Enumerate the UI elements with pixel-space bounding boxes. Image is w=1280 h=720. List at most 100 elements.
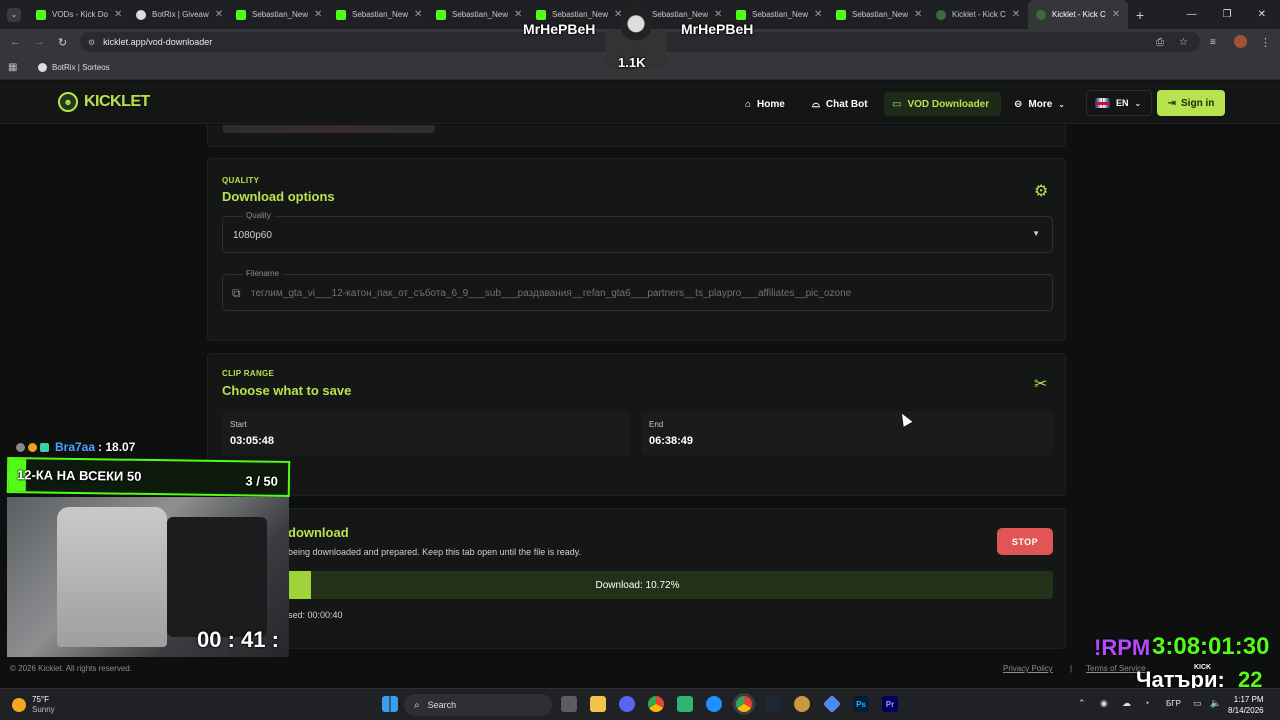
premiere-icon[interactable]: Pr [882,696,898,712]
privacy-policy-link[interactable]: Privacy Policy [1003,664,1053,673]
kicklet-logo-icon: ☻ [58,92,78,112]
tab-label: Sebastian_New [552,10,609,19]
tray-app-icon[interactable]: ◔ [1144,698,1149,708]
badge-icon [16,442,25,452]
tab-label: Sebastian_New [252,10,309,19]
vpn-app-icon[interactable] [822,694,842,714]
chevron-up-icon[interactable]: ⌃ [1078,698,1086,709]
maximize-icon[interactable]: ❐ [1223,9,1232,20]
site-info-icon[interactable]: ⚙ [88,38,95,47]
browser-tab[interactable]: Sebastian_New ✕ [228,0,328,29]
kicklet-favicon-icon [936,9,946,20]
lightning-app-icon[interactable] [706,696,722,712]
discord-icon[interactable] [619,696,635,712]
tab-label: Kicklet - Kick C [1052,10,1106,19]
chevron-down-icon: ⌄ [7,7,21,22]
install-app-icon[interactable]: ⎙ [1156,37,1164,48]
close-icon[interactable]: ✕ [414,9,422,20]
close-icon[interactable]: ✕ [514,9,522,20]
quality-select[interactable]: Quality 1080p60 ▼ [222,211,1053,253]
close-icon[interactable]: ✕ [215,9,223,20]
browser-tab[interactable]: Sebastian_New ✕ [328,0,428,29]
reload-icon[interactable]: ↻ [58,36,67,49]
close-icon[interactable]: ✕ [114,9,122,20]
browser-tab[interactable]: Sebastian_New ✕ [428,0,528,29]
browser-tab[interactable]: Sebastian_New ✕ [828,0,928,29]
home-icon: ⌂ [745,98,752,110]
input-language[interactable]: БГР [1166,699,1181,708]
sign-in-button[interactable]: ⇥ Sign in [1157,90,1225,116]
language-selector[interactable]: EN ⌄ [1086,90,1152,116]
task-view-icon[interactable] [561,696,577,712]
window-close-icon[interactable]: ✕ [1258,9,1266,20]
sliders-icon[interactable]: ⚙ [1034,181,1048,201]
bookmark-star-icon[interactable]: ☆ [1179,37,1188,48]
vod-thumbnail[interactable] [223,125,435,133]
nav-chat-bot[interactable]: ⌓ Chat Bot [804,92,876,116]
apps-grid-icon[interactable]: ▦ [8,62,17,73]
menu-kebab-icon[interactable]: ⋮ [1260,36,1271,49]
end-time-field[interactable]: End 06:38:49 [641,411,1053,455]
overlay-name-right: MrHePBeH [681,21,754,37]
nav-label: Home [757,98,785,110]
nav-more[interactable]: ⊖ More ⌄ [1006,92,1073,116]
progress-text: Download: 10.72% [595,579,680,591]
chrome-active-icon[interactable] [736,696,752,712]
steam-icon[interactable] [765,696,781,712]
kick-favicon-icon [536,9,546,20]
back-arrow-icon[interactable]: ← [10,36,21,48]
forward-arrow-icon[interactable]: → [34,36,45,48]
close-icon[interactable]: ✕ [314,9,322,20]
close-icon[interactable]: ✕ [1112,9,1120,20]
close-icon[interactable]: ✕ [814,9,822,20]
overlay-timer-label: !RPM [1094,635,1151,660]
brand-logo[interactable]: ☻ KICKLET [58,92,150,112]
tab-label: Sebastian_New [752,10,809,19]
kick-favicon-icon [336,9,346,20]
volume-icon[interactable]: 🔈 [1210,698,1221,709]
weather-widget[interactable]: 75°F Sunny [12,695,55,715]
language-label: EN [1116,98,1129,108]
tray-app-icon[interactable]: ◉ [1100,698,1108,709]
chevron-down-icon: ⌄ [1134,98,1142,108]
sign-in-label: Sign in [1181,97,1215,109]
kick-favicon-icon [836,9,846,20]
taskbar-search[interactable]: ⌕ Search [404,694,552,716]
chrome-icon[interactable] [648,696,664,712]
nav-vod-downloader[interactable]: ▭ VOD Downloader [884,92,1001,116]
start-time-field[interactable]: Start 03:05:48 [222,411,630,455]
overlay-timer-value: 3:08:01:30 [1152,633,1270,660]
display-icon[interactable]: ▭ [1193,698,1202,709]
caret-down-icon: ▼ [1032,229,1040,238]
new-tab-plus-icon[interactable]: + [1128,7,1152,23]
start-label: Start [230,420,247,429]
close-icon[interactable]: ✕ [1012,9,1020,20]
media-controls-icon[interactable]: ≡ [1210,37,1216,48]
avatar[interactable] [1234,35,1247,48]
weather-desc: Sunny [32,705,55,714]
windows-start-icon[interactable] [382,696,398,712]
bookmark-item[interactable]: BotRix | Sorteos [38,62,110,72]
file-explorer-icon[interactable] [590,696,606,712]
browser-tab[interactable]: VODs - Kick Do ✕ [28,0,128,29]
minimize-icon[interactable]: — [1187,9,1197,20]
site-header: ☻ KICKLET ⌂ Home ⌓ Chat Bot ▭ VOD Downloade… [0,81,1280,124]
system-clock[interactable]: 1:17 PM 8/14/2026 [1228,694,1264,716]
tab-search-button[interactable]: ⌄ [0,0,28,29]
download-card: download being downloaded and prepared. … [207,508,1066,649]
nav-label: Chat Bot [825,98,868,110]
browser-tab-active[interactable]: Kicklet - Kick C ✕ [1028,0,1128,29]
stop-button[interactable]: STOP [997,528,1053,555]
kick-favicon-icon [36,9,46,20]
audio-app-icon[interactable] [677,696,693,712]
quality-card: QUALITY Download options ⚙ Quality 1080p… [207,158,1066,341]
browser-tab[interactable]: BotRix | Giveaw ✕ [128,0,228,29]
close-icon[interactable]: ✕ [714,9,722,20]
nav-home[interactable]: ⌂ Home [737,92,793,116]
close-icon[interactable]: ✕ [914,9,922,20]
cloud-icon[interactable]: ☁ [1122,698,1131,709]
photoshop-icon[interactable]: Ps [853,696,869,712]
browser-tab[interactable]: Kicklet - Kick C ✕ [928,0,1028,29]
game-app-icon[interactable] [794,696,810,712]
filename-field[interactable]: Filename ⧉ теглим_gta_vi___12-катон_пак_… [222,269,1053,311]
